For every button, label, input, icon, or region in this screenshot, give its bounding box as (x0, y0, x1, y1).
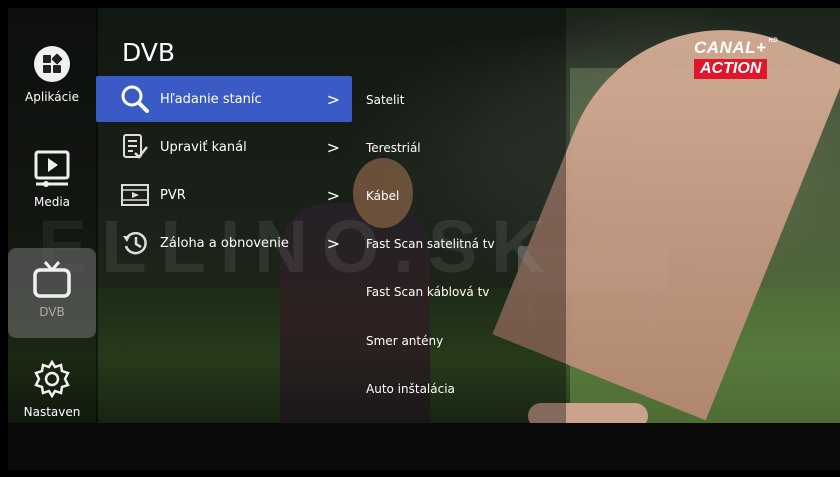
chevron-right-icon: > (326, 233, 340, 253)
search-icon (120, 84, 150, 114)
edit-list-icon (120, 132, 150, 162)
chevron-right-icon: > (326, 89, 340, 109)
submenu-item-cable[interactable]: Kábel (366, 189, 399, 203)
chevron-right-icon: > (326, 185, 340, 205)
menu-item-edit-channel[interactable]: Upraviť kanál > (96, 124, 352, 170)
sidebar-item-label: Media (33, 195, 71, 209)
menu-item-label: Hľadanie staníc (160, 91, 262, 107)
apps-grid-icon (31, 43, 73, 85)
logo-hd-badge: HD (768, 38, 779, 44)
film-icon (120, 180, 150, 210)
sidebar-item-dvb[interactable]: DVB (8, 248, 96, 338)
sidebar-item-apps[interactable]: Aplikácie (8, 43, 96, 104)
menu-item-backup-restore[interactable]: Záloha a obnovenie > (96, 220, 352, 266)
submenu-item-auto-install[interactable]: Auto inštalácia (366, 382, 455, 396)
media-player-icon (31, 148, 73, 190)
sidebar-item-label: DVB (39, 305, 65, 319)
sidebar-item-label: Nastaven (23, 405, 81, 419)
channel-logo: CANAL+ HD ACTION (694, 38, 786, 79)
page-title: DVB (122, 38, 176, 67)
submenu-item-terrestrial[interactable]: Terestriál (366, 141, 421, 155)
logo-line1: CANAL+ (694, 38, 767, 57)
submenu-item-fast-scan-cable[interactable]: Fast Scan káblová tv (366, 285, 489, 299)
sidebar-item-settings[interactable]: Nastaven (8, 358, 96, 419)
menu-item-label: Upraviť kanál (160, 139, 247, 155)
logo-line2: ACTION (694, 59, 768, 79)
sidebar-item-label: Aplikácie (25, 90, 79, 104)
submenu-item-satellite[interactable]: Satelit (366, 93, 404, 107)
submenu-item-fast-scan-satellite[interactable]: Fast Scan satelitná tv (366, 237, 495, 251)
menu-item-label: Záloha a obnovenie (160, 235, 289, 251)
chevron-right-icon: > (326, 137, 340, 157)
menu-item-label: PVR (160, 187, 186, 203)
tv-icon (31, 258, 73, 300)
submenu-item-antenna-direction[interactable]: Smer antény (366, 334, 443, 348)
tv-screen: ELLINO.SK Aplikácie Media DVB Nastaven D… (8, 8, 840, 470)
menu-item-pvr[interactable]: PVR > (96, 172, 352, 218)
gear-icon (31, 358, 73, 400)
menu-item-channel-search[interactable]: Hľadanie staníc > (96, 76, 352, 122)
sidebar-item-media[interactable]: Media (8, 148, 96, 209)
restore-icon (120, 228, 150, 258)
